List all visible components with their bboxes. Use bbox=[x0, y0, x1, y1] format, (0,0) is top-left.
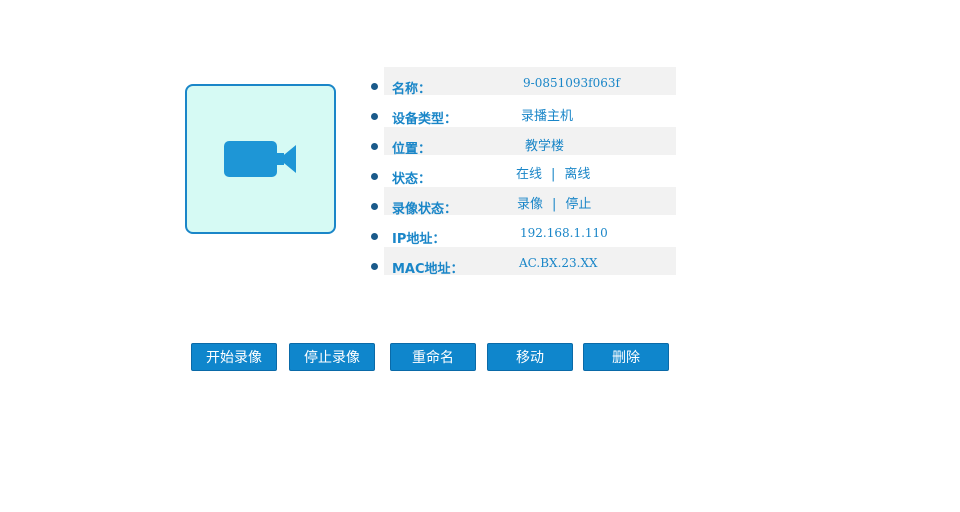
ip-label: IP地址： bbox=[392, 232, 446, 247]
rename-button[interactable]: 重命名 bbox=[390, 343, 476, 371]
info-row-location: 位置： 教学楼 bbox=[366, 127, 678, 157]
record-off[interactable]: 停止 bbox=[565, 197, 591, 212]
device-detail-page: 名称： 9-0851093f063f 设备类型： 录播主机 位置： 教学楼 状态… bbox=[0, 0, 960, 512]
device-thumbnail bbox=[185, 84, 336, 234]
mac-value: AC.BX.23.XX bbox=[519, 256, 598, 270]
name-label: 名称： bbox=[392, 82, 432, 97]
status-value: 在线 | 离线 bbox=[516, 167, 591, 182]
location-value: 教学楼 bbox=[525, 139, 565, 154]
stop-record-button[interactable]: 停止录像 bbox=[289, 343, 375, 371]
record-status-label: 录像状态： bbox=[392, 202, 458, 217]
status-online[interactable]: 在线 bbox=[516, 167, 542, 182]
device-info-list: 名称： 9-0851093f063f 设备类型： 录播主机 位置： 教学楼 状态… bbox=[366, 67, 678, 277]
move-button[interactable]: 移动 bbox=[487, 343, 573, 371]
record-status-value: 录像 | 停止 bbox=[517, 197, 592, 212]
bullet-icon bbox=[371, 143, 378, 150]
status-label: 状态： bbox=[392, 172, 432, 187]
video-camera-icon bbox=[223, 139, 298, 179]
bullet-icon bbox=[371, 233, 378, 240]
info-row-record-status: 录像状态： 录像 | 停止 bbox=[366, 187, 678, 217]
start-record-button[interactable]: 开始录像 bbox=[191, 343, 277, 371]
record-on[interactable]: 录像 bbox=[517, 197, 543, 212]
type-value: 录播主机 bbox=[521, 109, 574, 124]
bullet-icon bbox=[371, 113, 378, 120]
info-row-mac: MAC地址： AC.BX.23.XX bbox=[366, 247, 678, 277]
info-row-name: 名称： 9-0851093f063f bbox=[366, 67, 678, 97]
name-value: 9-0851093f063f bbox=[523, 76, 620, 90]
ip-value: 192.168.1.110 bbox=[520, 226, 608, 240]
bullet-icon bbox=[371, 263, 378, 270]
delete-button[interactable]: 删除 bbox=[583, 343, 669, 371]
info-row-type: 设备类型： 录播主机 bbox=[366, 97, 678, 127]
mac-label: MAC地址： bbox=[392, 262, 464, 277]
status-offline[interactable]: 离线 bbox=[564, 167, 590, 182]
bullet-icon bbox=[371, 173, 378, 180]
info-row-status: 状态： 在线 | 离线 bbox=[366, 157, 678, 187]
location-label: 位置： bbox=[392, 142, 432, 157]
bullet-icon bbox=[371, 83, 378, 90]
type-label: 设备类型： bbox=[392, 112, 458, 127]
info-row-ip: IP地址： 192.168.1.110 bbox=[366, 217, 678, 247]
bullet-icon bbox=[371, 203, 378, 210]
